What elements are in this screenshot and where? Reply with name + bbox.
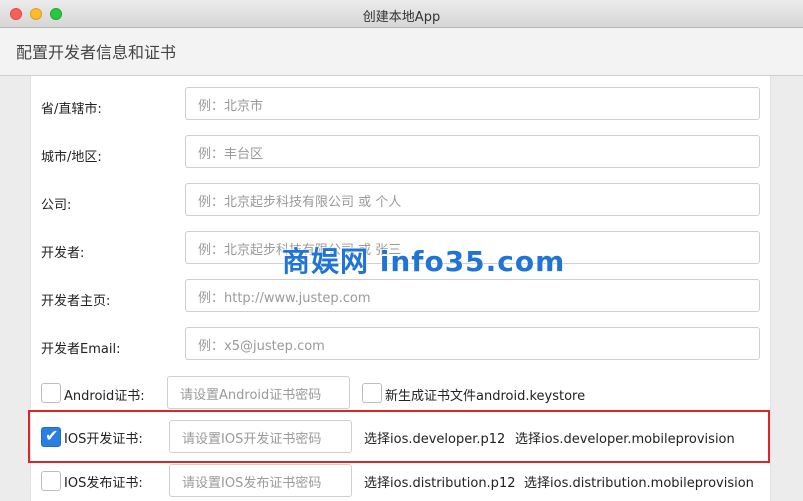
scrollbar[interactable] [771, 76, 803, 501]
select-dist-provision-link[interactable]: 选择ios.distribution.mobileprovision [524, 472, 754, 491]
ios-dev-cert-checkbox[interactable]: ✔ [41, 426, 61, 447]
new-keystore-label: 新生成证书文件android.keystore [385, 389, 586, 404]
ios-dist-cert-checkbox[interactable] [41, 471, 61, 491]
watermark: 商娱网 info35.com [282, 245, 566, 278]
checkmark-icon: ✔ [45, 426, 59, 445]
email-input[interactable]: 例：x5@justep.com [185, 327, 760, 360]
window-titlebar: 创建本地App [0, 0, 803, 28]
android-password-input[interactable]: 请设置Android证书密码 [167, 376, 350, 409]
select-dev-provision-link[interactable]: 选择ios.developer.mobileprovision [515, 428, 735, 447]
select-dist-p12-link[interactable]: 选择ios.distribution.p12 [364, 472, 515, 491]
company-input[interactable]: 例：北京起步科技有限公司 或 个人 [185, 183, 760, 216]
dialog-header: 配置开发者信息和证书 [0, 28, 803, 76]
homepage-label: 开发者主页: [41, 294, 111, 309]
ios-dist-cert-label: IOS发布证书: [64, 476, 143, 491]
android-cert-checkbox[interactable] [41, 383, 61, 403]
ios-dev-cert-label: IOS开发证书: [64, 432, 143, 447]
android-cert-label: Android证书: [64, 389, 145, 404]
developer-label: 开发者: [41, 246, 85, 261]
city-label: 城市/地区: [41, 150, 102, 165]
city-input[interactable]: 例：丰台区 [185, 135, 760, 168]
company-label: 公司: [41, 198, 72, 213]
new-keystore-checkbox[interactable] [362, 383, 382, 403]
province-label: 省/直辖市: [41, 102, 102, 117]
ios-dist-password-input[interactable]: 请设置IOS发布证书密码 [169, 464, 352, 497]
email-label: 开发者Email: [41, 342, 121, 357]
window-title: 创建本地App [362, 10, 441, 25]
ios-dev-password-input[interactable]: 请设置IOS开发证书密码 [169, 420, 352, 453]
select-dev-p12-link[interactable]: 选择ios.developer.p12 [364, 428, 505, 447]
page-title: 配置开发者信息和证书 [16, 43, 177, 62]
province-input[interactable]: 例：北京市 [185, 87, 760, 120]
homepage-input[interactable]: 例：http://www.justep.com [185, 279, 760, 312]
